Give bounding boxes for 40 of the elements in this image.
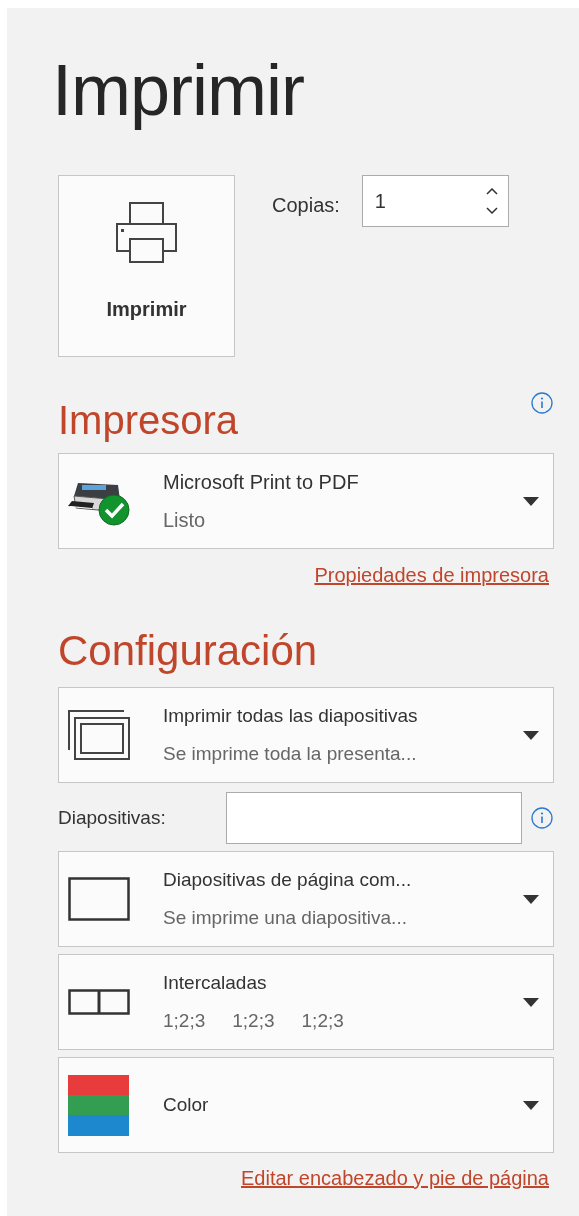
section-heading: Configuración (58, 626, 319, 676)
option-title: Imprimir todas las diapositivas (163, 704, 419, 728)
page-title: Imprimir (52, 49, 304, 132)
collate-order-text: 1;2;3 (232, 1009, 275, 1033)
slides-input-field[interactable] (226, 792, 522, 844)
option-dropdown[interactable]: Diapositivas de página com... Se imprime una diapositiva... (58, 851, 554, 947)
printer-dropdown[interactable]: Microsoft Print to PDF Listo (58, 453, 554, 549)
caret-icon (523, 894, 539, 904)
info-icon[interactable] (531, 807, 553, 829)
option-title: Intercaladas (163, 971, 268, 995)
stacked-pages-icon (68, 710, 130, 760)
caret-icon (523, 997, 539, 1007)
page-icon (68, 877, 130, 921)
printer-properties-link[interactable]: Propiedades de impresora (314, 563, 549, 587)
collate-order-text: 1;2;3 (163, 1009, 206, 1033)
collate-order-text: 1;2;3 (301, 1009, 344, 1033)
option-description: Se imprime una diapositiva... (163, 906, 408, 930)
header-footer-link[interactable]: Editar encabezado y pie de página (241, 1166, 549, 1190)
printer-icon (115, 202, 178, 264)
printer-name: Microsoft Print to PDF (163, 470, 360, 494)
print-button[interactable]: Imprimir (58, 175, 235, 357)
slides-label: Diapositivas: (58, 805, 167, 830)
section-heading: Impresora (58, 397, 239, 444)
option-dropdown[interactable]: Intercaladas 1;2;3 1;2;3 1;2;3 (58, 954, 554, 1050)
chevron-up-icon[interactable] (485, 188, 498, 195)
option-dropdown[interactable]: Imprimir todas las diapositivas Se imprime toda la presenta... (58, 687, 554, 783)
copies-spin-field[interactable]: 1 (361, 175, 509, 227)
option-title: Color (163, 1093, 210, 1117)
caret-icon (523, 496, 539, 506)
caret-icon (523, 1100, 539, 1110)
option-description: Se imprime toda la presenta... (163, 742, 418, 766)
option-dropdown[interactable]: Color (58, 1057, 554, 1153)
info-icon[interactable] (531, 392, 553, 414)
caret-icon (523, 730, 539, 740)
two-pages-icon (68, 989, 130, 1015)
chevron-down-icon[interactable] (485, 207, 498, 214)
color-stripes-icon (68, 1074, 129, 1136)
printer-status: Listo (163, 508, 207, 532)
copies-label: Copias: (272, 193, 340, 218)
option-title: Diapositivas de página com... (163, 868, 413, 892)
